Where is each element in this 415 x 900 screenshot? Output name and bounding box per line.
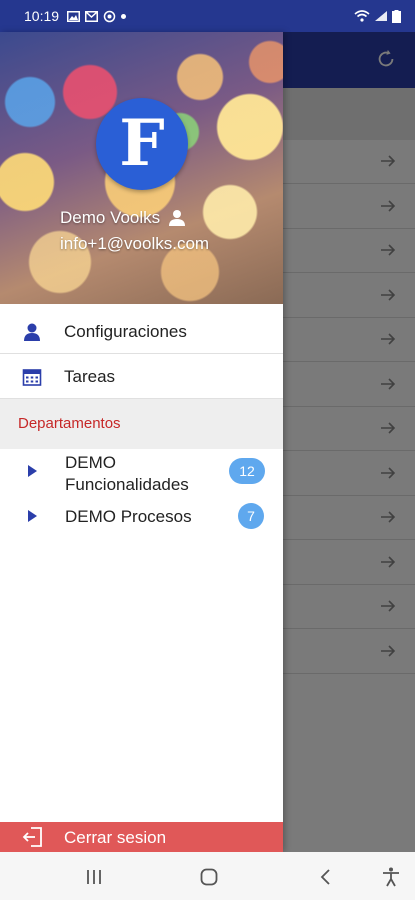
count-badge: 12 xyxy=(229,458,265,484)
battery-icon xyxy=(392,9,401,23)
department-item-funcionalidades[interactable]: DEMO Funcionalidades 12 xyxy=(0,450,283,498)
logout-label: Cerrar sesion xyxy=(64,828,167,847)
avatar[interactable]: F xyxy=(96,98,188,190)
sync-icon xyxy=(103,10,116,22)
status-left-icons xyxy=(67,10,127,23)
recent-apps-icon[interactable] xyxy=(83,866,105,888)
section-header-departamentos: Departamentos xyxy=(0,399,283,449)
calendar-icon xyxy=(22,369,42,386)
menu-item-configuraciones[interactable]: Configuraciones xyxy=(0,310,283,354)
count-badge: 7 xyxy=(238,503,264,529)
signal-icon xyxy=(375,11,387,21)
department-item-procesos[interactable]: DEMO Procesos 7 xyxy=(0,502,283,536)
accessibility-icon[interactable] xyxy=(380,866,402,888)
section-title: Departamentos xyxy=(18,415,121,432)
mail-icon xyxy=(85,10,99,22)
home-icon[interactable] xyxy=(198,866,220,888)
department-label-line2: Funcionalidades xyxy=(65,475,189,494)
user-name: Demo Voolks xyxy=(60,208,161,227)
user-name-row: Demo Voolks xyxy=(60,208,186,228)
status-time: 10:19 xyxy=(24,8,60,24)
status-right-icons xyxy=(354,9,401,23)
dot-icon xyxy=(121,13,127,19)
department-label: DEMO Procesos xyxy=(65,507,192,526)
back-icon[interactable] xyxy=(315,866,337,888)
gallery-icon xyxy=(67,10,81,22)
logout-button[interactable]: Cerrar sesion xyxy=(0,822,283,852)
department-label-line1: DEMO xyxy=(65,453,116,472)
status-bar: 10:19 xyxy=(0,0,415,32)
user-email: info+1@voolks.com xyxy=(60,234,210,253)
person-icon xyxy=(169,210,186,226)
navigation-drawer: F Demo Voolks info+1@voolks.com Configur… xyxy=(0,32,283,852)
person-icon xyxy=(24,323,40,341)
triangle-right-icon xyxy=(28,465,37,477)
menu-item-label: Tareas xyxy=(64,367,116,386)
menu-item-label: Configuraciones xyxy=(64,322,187,341)
avatar-letter: F xyxy=(119,106,165,181)
wifi-icon xyxy=(354,10,370,22)
logout-icon xyxy=(22,827,42,847)
system-nav-bar xyxy=(0,852,415,900)
triangle-right-icon xyxy=(28,510,37,522)
drawer-header: F Demo Voolks info+1@voolks.com xyxy=(0,32,283,304)
menu-item-tareas[interactable]: Tareas xyxy=(0,355,283,399)
